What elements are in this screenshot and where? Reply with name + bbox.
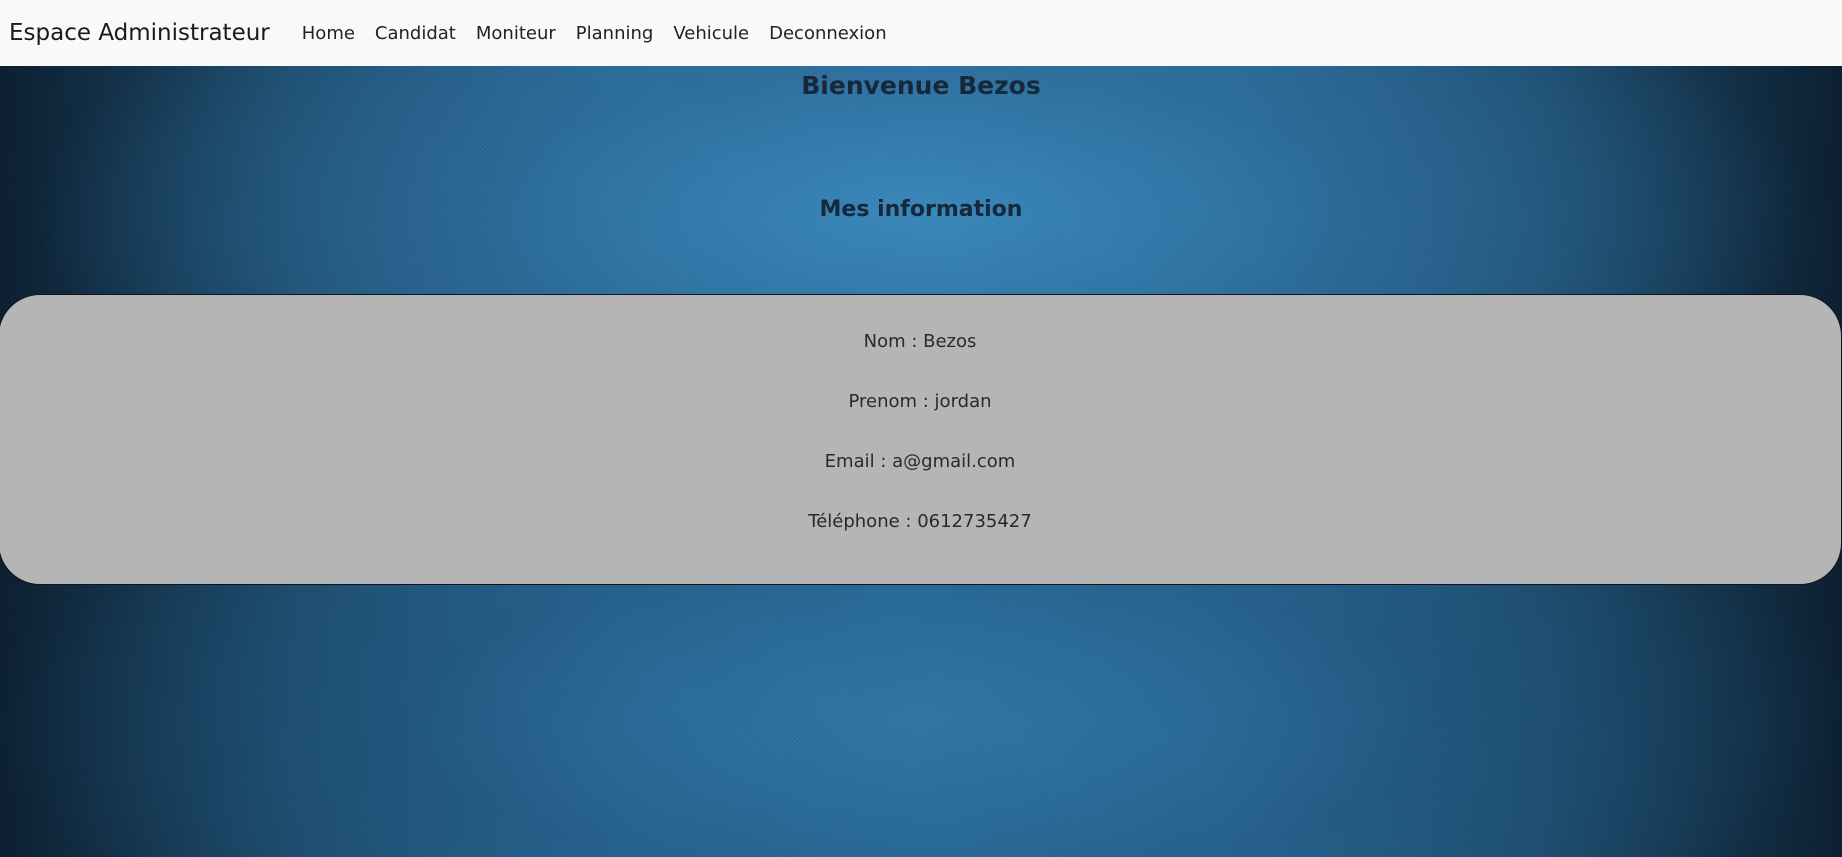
info-nom: Nom : Bezos: [863, 331, 977, 352]
section-title: Mes information: [819, 197, 1023, 222]
welcome-heading: Bienvenue Bezos: [801, 71, 1041, 100]
nav-link-candidat[interactable]: Candidat: [375, 23, 456, 44]
nav-link-moniteur[interactable]: Moniteur: [476, 23, 556, 44]
nav-link-vehicule[interactable]: Vehicule: [673, 23, 749, 44]
info-telephone: Téléphone : 0612735427: [808, 511, 1032, 532]
nav-link-planning[interactable]: Planning: [576, 23, 654, 44]
info-card: Nom : Bezos Prenom : jordan Email : a@gm…: [0, 294, 1842, 585]
nav-links: Home Candidat Moniteur Planning Vehicule…: [292, 23, 897, 44]
nav-link-deconnexion[interactable]: Deconnexion: [769, 23, 887, 44]
top-navbar: Espace Administrateur Home Candidat Moni…: [0, 0, 1842, 66]
nav-link-home[interactable]: Home: [302, 23, 355, 44]
info-email: Email : a@gmail.com: [824, 451, 1016, 472]
navbar-brand[interactable]: Espace Administrateur: [9, 20, 270, 46]
info-prenom: Prenom : jordan: [848, 391, 992, 412]
